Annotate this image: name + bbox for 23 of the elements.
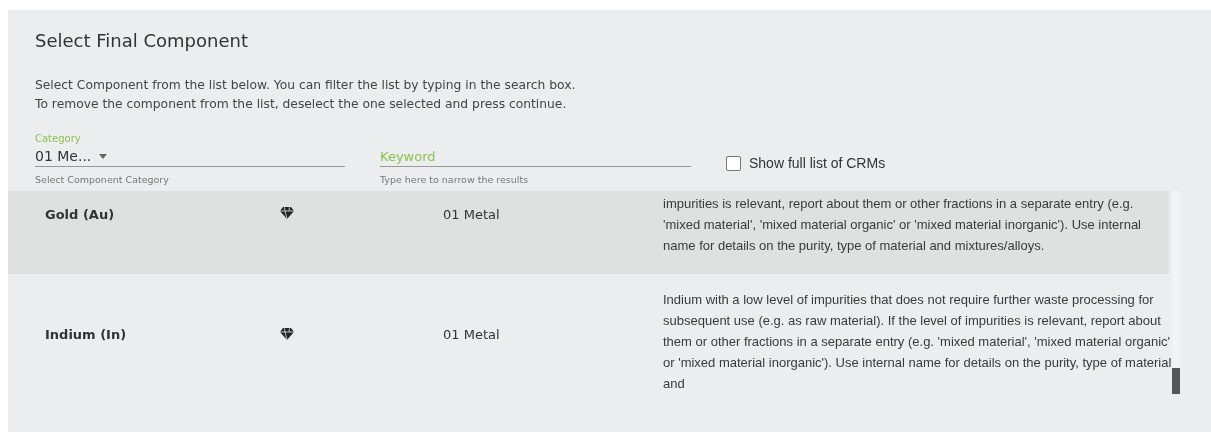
section-heading: Select Final Component: [35, 30, 249, 51]
component-name: Gold (Au): [45, 206, 116, 222]
helper-text: Type here to narrow the results: [380, 174, 530, 185]
dropdown-value: 01 Me...: [35, 148, 92, 164]
keyword-field[interactable]: Keyword: [380, 146, 691, 167]
diamond-icon: [280, 328, 294, 340]
table-row[interactable]: [8, 191, 1169, 274]
instruction-text: To remove the component from the list, deselect the one selected and press continue.: [35, 96, 568, 113]
diamond-icon: [280, 207, 294, 219]
component-description: Indium with a low level of impurities that does not require further waste processing for subsequent use (e.g. as raw material). If the level of impurities is relevant, report about them or other fractions in a separate entry (e.g. 'mixed material', 'mixed material organic' or 'mixed material inorganic'). Use internal name for details on the purity, type of material and: [663, 291, 1173, 393]
instruction-text: Select Component from the list below. You can filter the list by typing in the search box.: [35, 77, 577, 94]
caret-icon: [99, 153, 108, 159]
checkbox[interactable]: [726, 155, 741, 171]
field-label: Category: [35, 133, 82, 146]
component-category: 01 Metal: [443, 326, 501, 342]
component-description: impurities is relevant, report about them or other fractions in a separate entry (e.g. 'mixed material', 'mixed material organic' or 'mixed material inorganic'). Use internal name for details on the purity, type of material and mixtures/alloys.: [663, 195, 1142, 255]
category-dropdown[interactable]: 01 Me...: [35, 146, 345, 167]
component-category: 01 Metal: [443, 206, 501, 222]
component-name: Indium (In): [45, 326, 128, 342]
checkbox-label[interactable]: Show full list of CRMs: [749, 155, 886, 171]
scrollbar-thumb[interactable]: [1172, 368, 1180, 394]
scrollbar[interactable]: [1172, 191, 1180, 394]
helper-text: Select Component Category: [35, 174, 170, 185]
